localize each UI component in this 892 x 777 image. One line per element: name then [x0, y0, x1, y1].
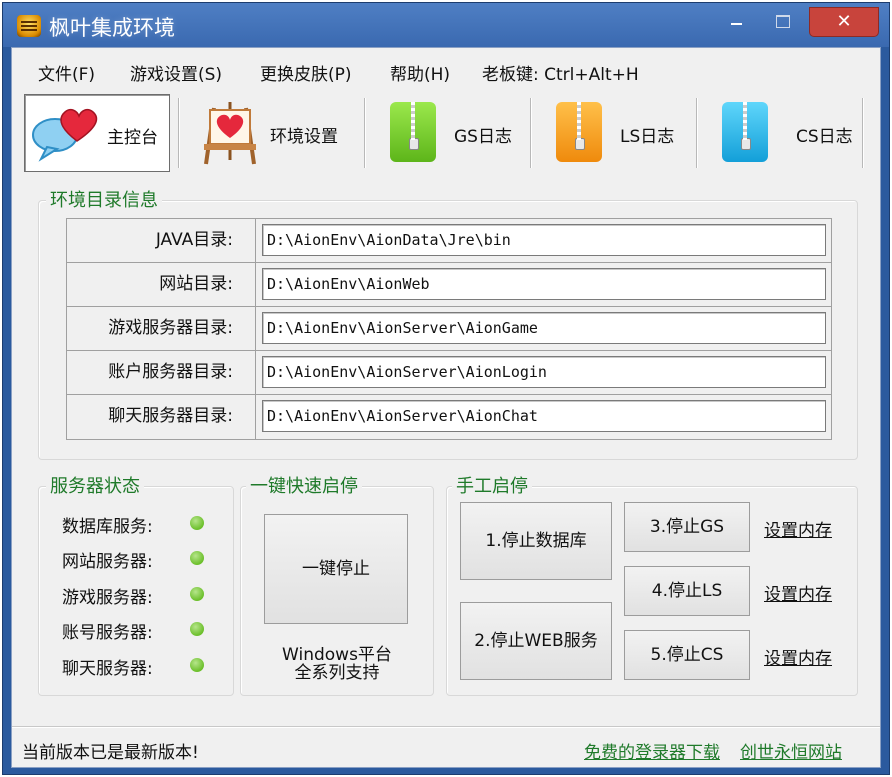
maximize-button[interactable] — [765, 9, 799, 35]
tab-cs-log-label: CS日志 — [796, 127, 853, 147]
manual-control-title: 手工启停 — [452, 472, 532, 498]
close-icon: ✕ — [836, 11, 852, 32]
java-dir-label: JAVA目录: — [67, 219, 256, 262]
window-title: 枫叶集成环境 — [49, 16, 175, 40]
menu-help[interactable]: 帮助(H) — [390, 60, 450, 85]
status-database-label: 数据库服务: — [62, 517, 153, 537]
dir-row-game: 游戏服务器目录: D:\AionEnv\AionServer\AionGame — [67, 307, 831, 351]
green-zip-folder-icon — [390, 102, 436, 162]
web-dir-label: 网站目录: — [67, 263, 256, 306]
tab-ls-log-label: LS日志 — [620, 127, 675, 147]
tab-environment-settings[interactable]: 环境设置 — [184, 94, 360, 172]
dir-row-java: JAVA目录: D:\AionEnv\AionData\Jre\bin — [67, 219, 831, 263]
statusbar-divider — [12, 726, 880, 728]
toolbar-separator — [364, 98, 366, 168]
game-dir-field[interactable]: D:\AionEnv\AionServer\AionGame — [262, 312, 826, 344]
app-window: 枫叶集成环境 ✕ 文件(F) 游戏设置(S) 更换皮肤(P) 帮助(H) 老板键… — [2, 2, 890, 775]
game-dir-label: 游戏服务器目录: — [67, 307, 256, 350]
tab-cs-log[interactable]: CS日志 — [702, 94, 862, 172]
title-bar[interactable]: 枫叶集成环境 ✕ — [3, 3, 889, 47]
tab-environment-settings-label: 环境设置 — [270, 127, 338, 147]
platform-note-line1: Windows平台 — [282, 645, 392, 665]
dir-row-chat: 聊天服务器目录: D:\AionEnv\AionServer\AionChat — [67, 395, 831, 439]
toolbar-separator — [178, 98, 180, 168]
toolbar-separator — [862, 98, 864, 168]
web-dir-field[interactable]: D:\AionEnv\AionWeb — [262, 268, 826, 300]
status-account-indicator — [190, 622, 204, 636]
toolbar-separator — [530, 98, 532, 168]
login-download-link[interactable]: 免费的登录器下载 — [584, 738, 720, 763]
stop-cs-button[interactable]: 5.停止CS — [624, 630, 750, 680]
stop-database-button[interactable]: 1.停止数据库 — [460, 502, 612, 580]
ls-memory-link[interactable]: 设置内存 — [764, 580, 832, 605]
menu-change-skin[interactable]: 更换皮肤(P) — [260, 60, 352, 85]
maple-leaf-app-icon — [17, 15, 41, 37]
status-chat-indicator — [190, 658, 204, 672]
tab-gs-log[interactable]: GS日志 — [370, 94, 528, 172]
status-web-label: 网站服务器: — [62, 552, 153, 572]
stop-ls-button[interactable]: 4.停止LS — [624, 566, 750, 616]
menu-game-settings[interactable]: 游戏设置(S) — [130, 60, 222, 85]
blue-zip-folder-icon — [722, 102, 768, 162]
stop-web-button[interactable]: 2.停止WEB服务 — [460, 602, 612, 680]
chat-dir-field[interactable]: D:\AionEnv\AionServer\AionChat — [262, 400, 826, 432]
quick-control-title: 一键快速启停 — [246, 472, 362, 498]
main-panel: 文件(F) 游戏设置(S) 更换皮肤(P) 帮助(H) 老板键: Ctrl+Al… — [11, 47, 881, 768]
version-status: 当前版本已是最新版本! — [22, 743, 199, 763]
menu-bar: 文件(F) 游戏设置(S) 更换皮肤(P) 帮助(H) 老板键: Ctrl+Al… — [12, 48, 880, 85]
status-web-indicator — [190, 551, 204, 565]
platform-note-line2: 全系列支持 — [294, 663, 380, 683]
status-game-label: 游戏服务器: — [62, 588, 153, 608]
toolbar: 主控台 环境设置 GS日志 LS日志 CS日志 — [12, 94, 880, 176]
toolbar-separator — [696, 98, 698, 168]
status-chat-label: 聊天服务器: — [62, 659, 153, 679]
status-account-label: 账号服务器: — [62, 623, 153, 643]
boss-key-hint: 老板键: Ctrl+Alt+H — [482, 65, 639, 85]
tab-console-label: 主控台 — [107, 128, 158, 148]
tab-ls-log[interactable]: LS日志 — [536, 94, 694, 172]
login-dir-field[interactable]: D:\AionEnv\AionServer\AionLogin — [262, 356, 826, 388]
status-game-indicator — [190, 587, 204, 601]
cs-memory-link[interactable]: 设置内存 — [764, 644, 832, 669]
dir-row-web: 网站目录: D:\AionEnv\AionWeb — [67, 263, 831, 307]
easel-icon — [204, 102, 256, 165]
env-dirs-title: 环境目录信息 — [46, 186, 162, 212]
login-dir-label: 账户服务器目录: — [67, 351, 256, 394]
platform-note: Windows平台 全系列支持 — [240, 646, 434, 682]
server-status-title: 服务器状态 — [46, 472, 144, 498]
close-button[interactable]: ✕ — [809, 7, 879, 37]
orange-zip-folder-icon — [556, 102, 602, 162]
stop-gs-button[interactable]: 3.停止GS — [624, 502, 750, 552]
gs-memory-link[interactable]: 设置内存 — [764, 516, 832, 541]
minimize-button[interactable] — [721, 9, 751, 35]
menu-file[interactable]: 文件(F) — [38, 60, 95, 85]
chat-dir-label: 聊天服务器目录: — [67, 395, 256, 439]
env-dirs-table: JAVA目录: D:\AionEnv\AionData\Jre\bin 网站目录… — [66, 218, 832, 440]
chat-hearts-icon — [32, 109, 98, 162]
tab-console[interactable]: 主控台 — [24, 94, 170, 172]
tab-gs-log-label: GS日志 — [454, 127, 512, 147]
status-database-indicator — [190, 516, 204, 530]
website-link[interactable]: 创世永恒网站 — [740, 738, 842, 763]
dir-row-login: 账户服务器目录: D:\AionEnv\AionServer\AionLogin — [67, 351, 831, 395]
one-click-stop-button[interactable]: 一键停止 — [264, 514, 408, 624]
java-dir-field[interactable]: D:\AionEnv\AionData\Jre\bin — [262, 224, 826, 256]
